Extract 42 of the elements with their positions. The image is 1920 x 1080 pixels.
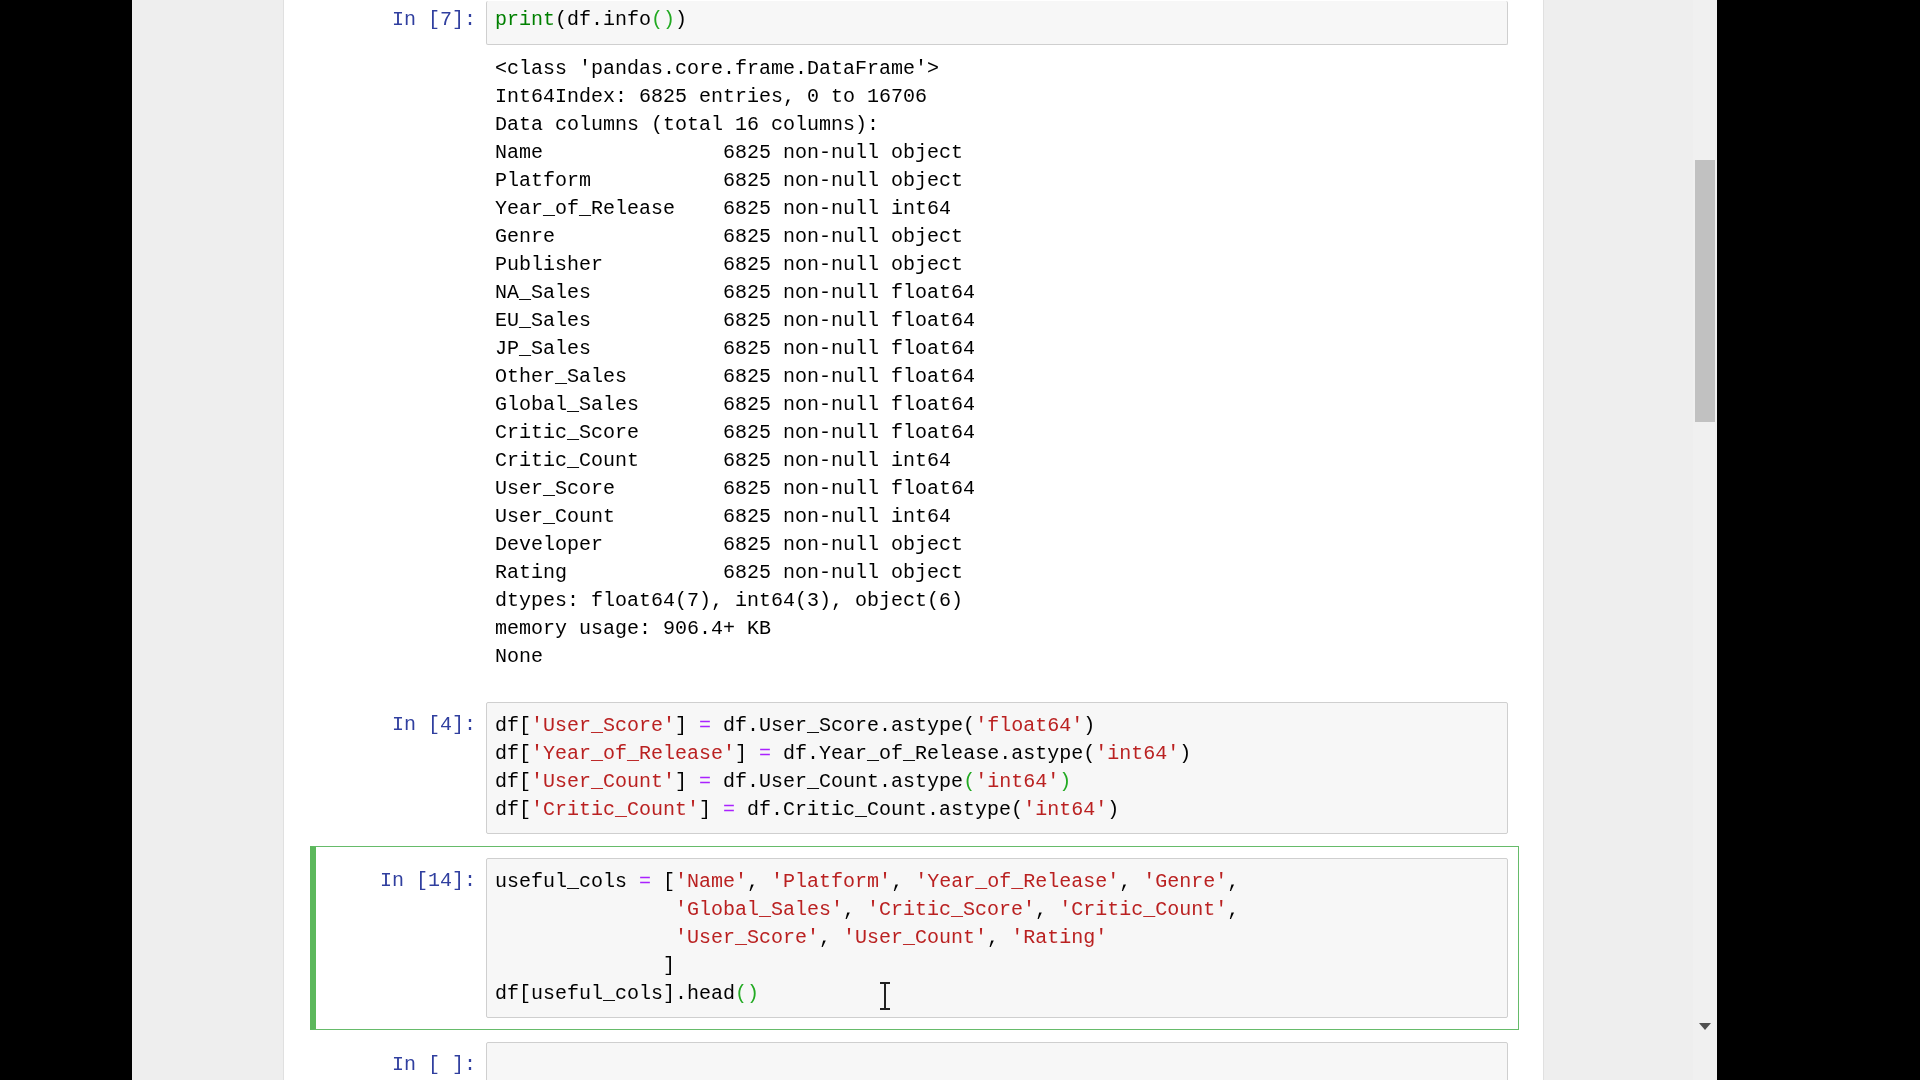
cell-prompt: In [7]: <box>392 7 476 33</box>
code-input-field[interactable]: print(df.info()) <box>486 1 1508 45</box>
code-line: df['Year_of_Release'] = df.Year_of_Release.astype('int64') <box>495 741 1192 767</box>
code-line: useful_cols = ['Name', 'Platform', 'Year_of_Release', 'Genre', <box>495 869 1240 895</box>
code-input-field[interactable]: useful_cols = ['Name', 'Platform', 'Year_of_Release', 'Genre', 'Global_Sales', 'Critic_Score', 'Critic_Count', 'User_Score', 'User_Count', 'Rating' ] df[useful_cols].head() <box>486 858 1508 1018</box>
code-input-field[interactable] <box>486 702 1508 834</box>
output-line: Year_of_Release 6825 non-null int64 <box>495 196 953 222</box>
code-line: df['User_Count'] = df.User_Count.astype('int64') <box>495 769 1072 795</box>
code-line: print(df.info()) <box>495 7 688 33</box>
output-line: <class 'pandas.core.frame.DataFrame'> <box>495 56 941 82</box>
output-line: Name 6825 non-null object <box>495 140 965 166</box>
output-line: Critic_Score 6825 non-null float64 <box>495 420 977 446</box>
code-line: 'User_Score', 'User_Count', 'Rating' <box>674 925 1108 951</box>
output-line: JP_Sales 6825 non-null float64 <box>495 336 977 362</box>
output-line: User_Score 6825 non-null float64 <box>495 476 977 502</box>
output-line: dtypes: float64(7), int64(3), object(6) <box>495 588 965 614</box>
output-line: NA_Sales 6825 non-null float64 <box>495 280 977 306</box>
output-line: None <box>495 644 544 670</box>
output-line: memory usage: 906.4+ KB <box>495 616 773 642</box>
code-line: df['User_Score'] = df.User_Score.astype('float64') <box>495 713 1096 739</box>
output-line: Critic_Count 6825 non-null int64 <box>495 448 953 474</box>
cell-prompt: In [ ]: <box>392 1052 476 1078</box>
code-line: df[useful_cols].head() <box>495 981 760 1007</box>
output-line: Int64Index: 6825 entries, 0 to 16706 <box>495 84 929 110</box>
code-line: 'Global_Sales', 'Critic_Score', 'Critic_Count', <box>674 897 1240 923</box>
output-line: Rating 6825 non-null object <box>495 560 965 586</box>
output-line: Data columns (total 16 columns): <box>495 112 881 138</box>
output-line: Platform 6825 non-null object <box>495 168 965 194</box>
output-line: Publisher 6825 non-null object <box>495 252 965 278</box>
output-line: Developer 6825 non-null object <box>495 532 965 558</box>
scrollbar-thumb[interactable] <box>1695 160 1715 422</box>
output-line: Other_Sales 6825 non-null float64 <box>495 364 977 390</box>
code-line: ] <box>662 953 676 979</box>
scroll-down-arrow-icon[interactable] <box>1699 1023 1711 1030</box>
output-line: EU_Sales 6825 non-null float64 <box>495 308 977 334</box>
code-line: df['Critic_Count'] = df.Critic_Count.astype('int64') <box>495 797 1120 823</box>
text-cursor-icon <box>879 982 891 1010</box>
output-line: Genre 6825 non-null object <box>495 224 965 250</box>
output-line: User_Count 6825 non-null int64 <box>495 504 953 530</box>
cell-prompt: In [14]: <box>380 868 476 894</box>
output-line: Global_Sales 6825 non-null float64 <box>495 392 977 418</box>
cell-prompt: In [4]: <box>392 712 476 738</box>
